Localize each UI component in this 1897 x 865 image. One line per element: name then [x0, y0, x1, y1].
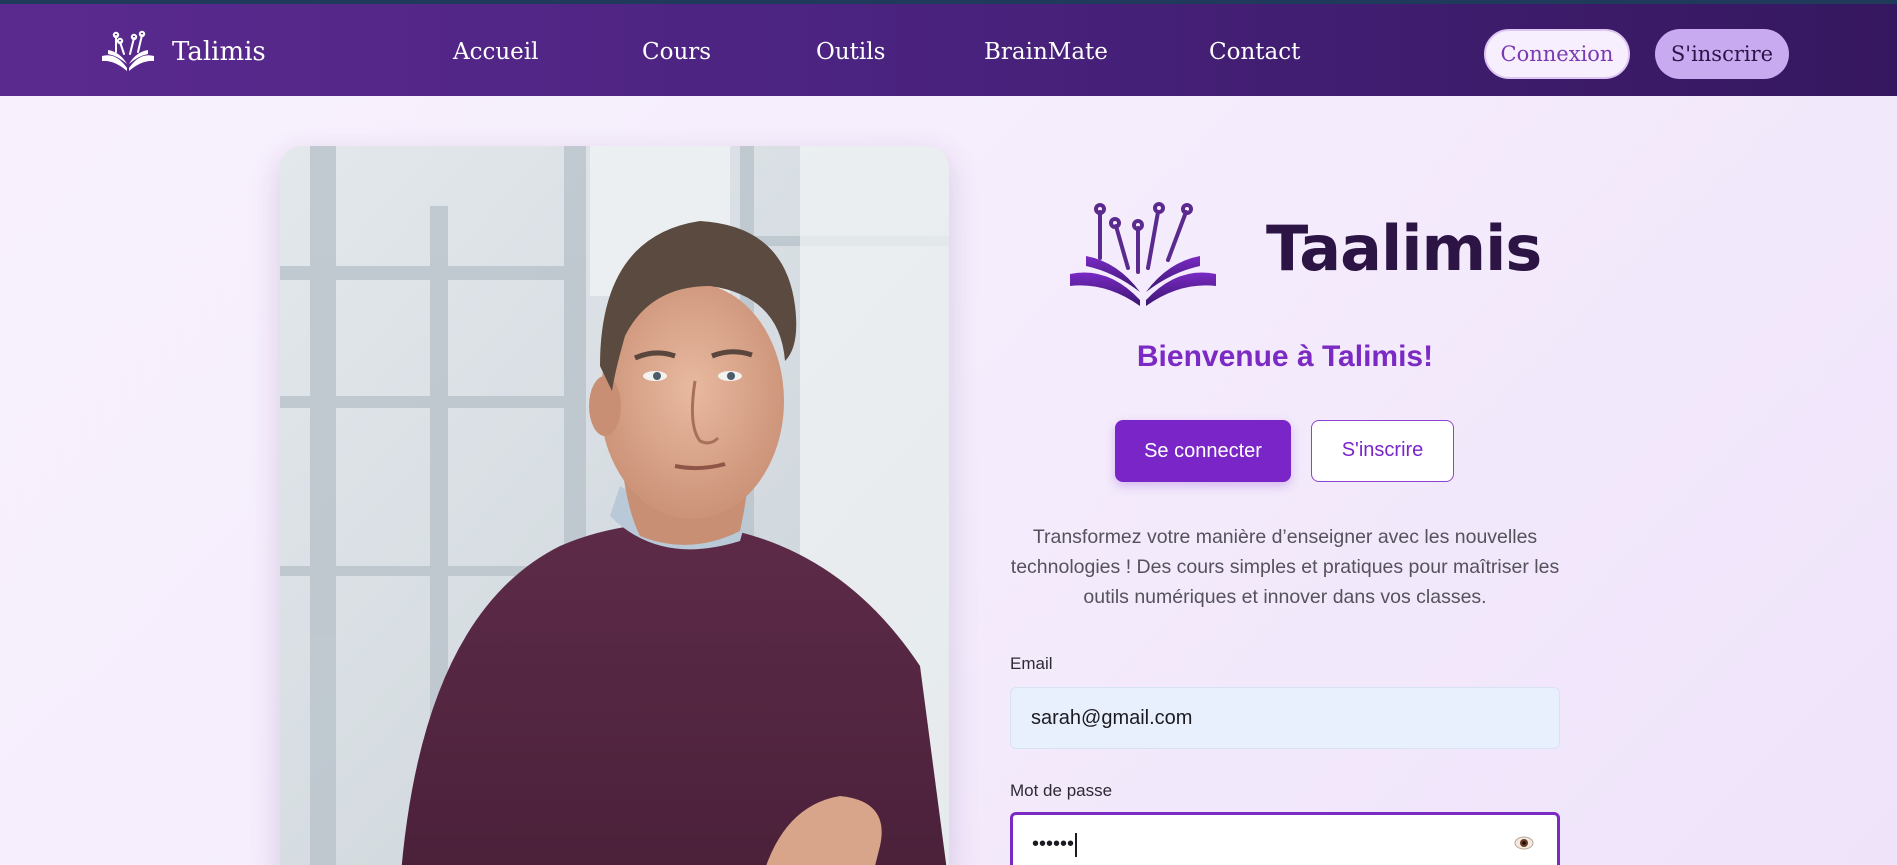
password-field[interactable]: •••••• — [1010, 812, 1560, 865]
signin-tab-button[interactable]: Se connecter — [1115, 420, 1291, 482]
brand-name: Talimis — [172, 37, 266, 67]
nav-link-outils[interactable]: Outils — [816, 34, 885, 70]
nav-link-contact[interactable]: Contact — [1209, 34, 1300, 70]
logo-wordmark: Taalimis — [1266, 212, 1542, 285]
login-button[interactable]: Connexion — [1484, 29, 1630, 79]
book-circuit-logo-icon — [102, 30, 154, 71]
register-button[interactable]: S'inscrire — [1655, 29, 1789, 79]
nav-link-accueil[interactable]: Accueil — [453, 34, 539, 70]
welcome-heading: Bienvenue à Talimis! — [1136, 340, 1434, 373]
password-label: Mot de passe — [1010, 781, 1113, 800]
book-circuit-logo-icon — [1070, 202, 1216, 306]
man-portrait-image — [280, 146, 949, 865]
nav-link-cours[interactable]: Cours — [642, 34, 711, 70]
email-value: sarah@gmail.com — [1031, 707, 1193, 729]
top-navbar: Talimis Accueil Cours Outils BrainMate C… — [0, 0, 1897, 96]
text-caret — [1075, 832, 1077, 857]
password-value: •••••• — [1032, 833, 1075, 855]
eye-icon[interactable] — [1513, 832, 1535, 854]
email-label: Email — [1010, 654, 1053, 673]
taalimis-logo: Taalimis — [1068, 198, 1558, 308]
intro-description: Transformez votre manière d’enseigner av… — [1010, 526, 1560, 608]
brand[interactable]: Talimis — [98, 30, 266, 74]
nav-link-brainmate[interactable]: BrainMate — [984, 34, 1108, 70]
hero-photo — [280, 146, 949, 865]
email-field[interactable]: sarah@gmail.com — [1010, 687, 1560, 749]
signup-tab-button[interactable]: S'inscrire — [1311, 420, 1454, 482]
